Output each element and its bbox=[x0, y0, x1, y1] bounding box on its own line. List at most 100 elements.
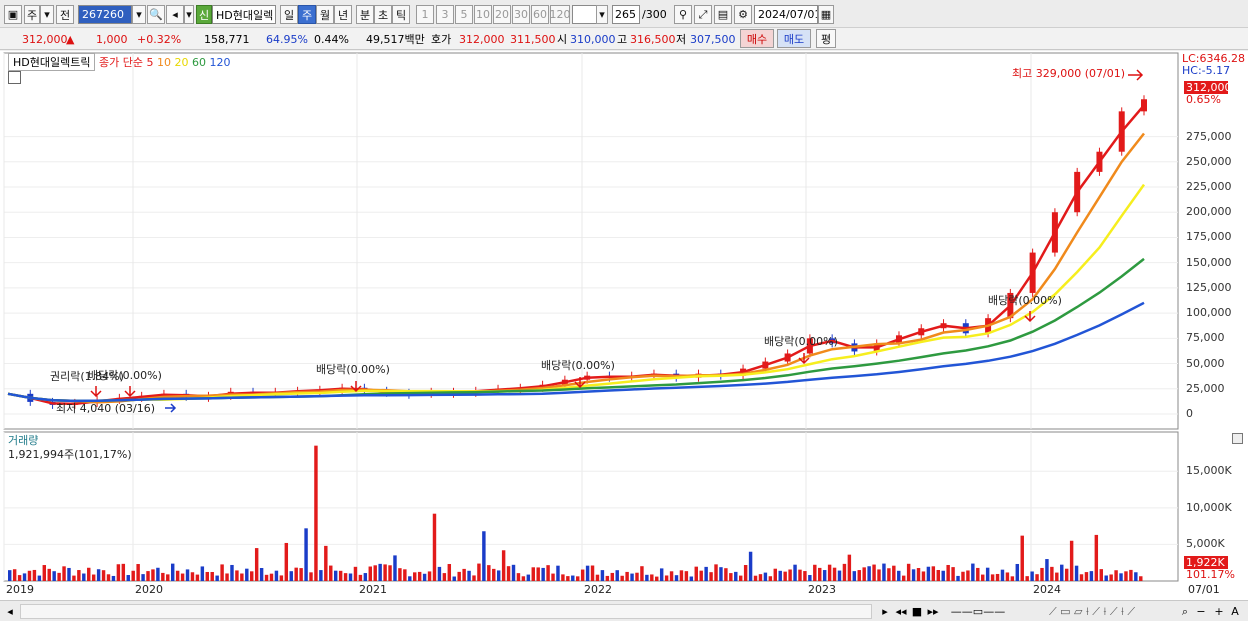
volume-bar bbox=[403, 569, 407, 581]
volume-bar bbox=[916, 568, 921, 581]
volume-bar bbox=[576, 576, 580, 581]
volume-bar bbox=[719, 567, 723, 581]
scroll-left-icon[interactable]: ◂ bbox=[4, 604, 16, 619]
zoom-slider[interactable]: ——▭—— bbox=[948, 604, 1008, 619]
volume-bar bbox=[892, 565, 896, 581]
period-mode-select[interactable]: 주 bbox=[24, 5, 40, 24]
period-tab-tick[interactable]: 틱 bbox=[392, 5, 410, 24]
interval-1[interactable]: 1 bbox=[416, 5, 434, 24]
volume-pane-frame bbox=[3, 431, 1179, 582]
volume-bar bbox=[106, 574, 111, 581]
period-tab-day[interactable]: 일 bbox=[280, 5, 298, 24]
stock-code-input[interactable]: 267260 bbox=[78, 5, 132, 24]
zoom-out-icon[interactable]: − bbox=[1194, 604, 1208, 619]
interval-3[interactable]: 3 bbox=[436, 5, 454, 24]
price-tick-label: 225,000 bbox=[1186, 180, 1232, 193]
period-tab-minute[interactable]: 분 bbox=[356, 5, 374, 24]
legend-stock-name[interactable]: HD현대일렉트릭 bbox=[8, 53, 96, 71]
period-tab-second[interactable]: 초 bbox=[374, 5, 392, 24]
calendar-icon[interactable]: ▦ bbox=[818, 5, 834, 24]
volume-bar bbox=[793, 564, 797, 581]
chevron-down-icon[interactable]: ▾ bbox=[184, 5, 194, 24]
volume-bar bbox=[180, 573, 185, 581]
gear-icon[interactable]: ⚙ bbox=[734, 5, 752, 24]
rewind-icon[interactable]: ◂◂ bbox=[894, 604, 908, 619]
interval-5[interactable]: 5 bbox=[455, 5, 473, 24]
volume-value: 158,771 bbox=[204, 33, 250, 46]
indicator-icon[interactable]: ⤢ bbox=[694, 5, 712, 24]
volume-bar bbox=[897, 570, 901, 581]
interval-30[interactable]: 30 bbox=[512, 5, 530, 24]
volume-bar bbox=[1025, 576, 1029, 581]
window-menu-icon[interactable]: ▣ bbox=[4, 5, 22, 24]
volume-bar bbox=[111, 575, 116, 581]
chevron-down-icon[interactable]: ▾ bbox=[40, 5, 54, 24]
volume-bar bbox=[230, 564, 234, 581]
count-input[interactable]: 265 bbox=[612, 5, 640, 24]
volume-bar bbox=[580, 569, 585, 581]
drawing-tools[interactable]: ⟋ ▭ ▱ ⟊ ⟋ ⟊ ⟋ ⟊ ⟋ bbox=[1012, 604, 1172, 619]
volume-bar bbox=[1035, 574, 1039, 581]
volume-bar bbox=[17, 575, 22, 581]
date-input[interactable]: 2024/07/01 bbox=[754, 5, 818, 24]
volume-bar bbox=[1045, 559, 1049, 581]
volume-bar bbox=[546, 565, 550, 581]
interval-120[interactable]: 120 bbox=[550, 5, 570, 24]
stop-icon[interactable]: ■ bbox=[910, 604, 924, 619]
volume-bar bbox=[314, 445, 318, 581]
volume-bar bbox=[87, 567, 91, 581]
volume-bar bbox=[1020, 535, 1024, 581]
volume-bar bbox=[1055, 572, 1059, 581]
period-tab-month[interactable]: 월 bbox=[316, 5, 334, 24]
grid-toggle-icon[interactable] bbox=[8, 71, 21, 84]
volume-bar bbox=[625, 571, 629, 581]
volume-bar bbox=[1074, 565, 1079, 581]
volume-bar bbox=[378, 563, 382, 581]
chevron-down-icon[interactable]: ▾ bbox=[132, 5, 146, 24]
volume-bar bbox=[210, 572, 214, 581]
volume-bar bbox=[319, 570, 323, 581]
close-pane-icon[interactable] bbox=[1232, 433, 1243, 444]
chevron-down-icon[interactable]: ▾ bbox=[596, 5, 608, 24]
eval-button[interactable]: 평 bbox=[816, 29, 836, 48]
sell-button[interactable]: 매도 bbox=[777, 29, 811, 48]
save-icon[interactable]: ▤ bbox=[714, 5, 732, 24]
interval-20[interactable]: 20 bbox=[493, 5, 511, 24]
scroll-right-icon[interactable]: ▸ bbox=[878, 604, 892, 619]
chart-area[interactable]: HD현대일렉트릭 종가 단순 5 10 20 60 120 LC:6346.28… bbox=[0, 51, 1248, 621]
volume-bar bbox=[877, 569, 881, 581]
min-marker: 최저 4,040 (03/16) bbox=[56, 402, 156, 415]
volume-bar bbox=[679, 570, 684, 581]
period-tab-year[interactable]: 년 bbox=[334, 5, 352, 24]
volume-current-pct: 101.17% bbox=[1186, 568, 1235, 581]
search-icon[interactable]: ⌕ bbox=[1178, 604, 1192, 619]
stock-name-field[interactable]: HD현대일렉 bbox=[212, 5, 276, 24]
speaker-icon[interactable]: ◂ bbox=[166, 5, 184, 24]
prev-button[interactable]: 전 bbox=[56, 5, 74, 24]
volume-bar bbox=[1010, 576, 1015, 581]
volume-bar bbox=[906, 563, 911, 581]
volume-bar bbox=[724, 568, 728, 581]
fast-forward-icon[interactable]: ▸▸ bbox=[926, 604, 940, 619]
horizontal-scrollbar[interactable] bbox=[20, 604, 872, 619]
buy-button[interactable]: 매수 bbox=[740, 29, 774, 48]
volume-bar bbox=[1015, 563, 1020, 581]
candle-type-icon[interactable]: ⚲ bbox=[674, 5, 692, 24]
volume-bar bbox=[600, 570, 605, 581]
volume-bar bbox=[32, 569, 37, 581]
volume-bar bbox=[1094, 534, 1099, 581]
interval-60[interactable]: 60 bbox=[531, 5, 549, 24]
zoom-in-icon[interactable]: + bbox=[1212, 604, 1226, 619]
volume-bar bbox=[274, 570, 279, 581]
interval-10[interactable]: 10 bbox=[474, 5, 492, 24]
price-change: 1,000 bbox=[96, 33, 128, 46]
volume-bar bbox=[936, 569, 940, 581]
volume-bar bbox=[1069, 540, 1074, 581]
event-dividend-1: 배당락(0.00%) bbox=[88, 369, 162, 382]
volume-bar bbox=[462, 568, 466, 581]
volume-bar bbox=[215, 575, 219, 581]
volume-bar bbox=[1060, 564, 1064, 581]
font-size-icon[interactable]: A bbox=[1228, 604, 1242, 619]
period-tab-week[interactable]: 주 bbox=[298, 5, 316, 24]
search-icon[interactable]: 🔍 bbox=[147, 5, 165, 24]
